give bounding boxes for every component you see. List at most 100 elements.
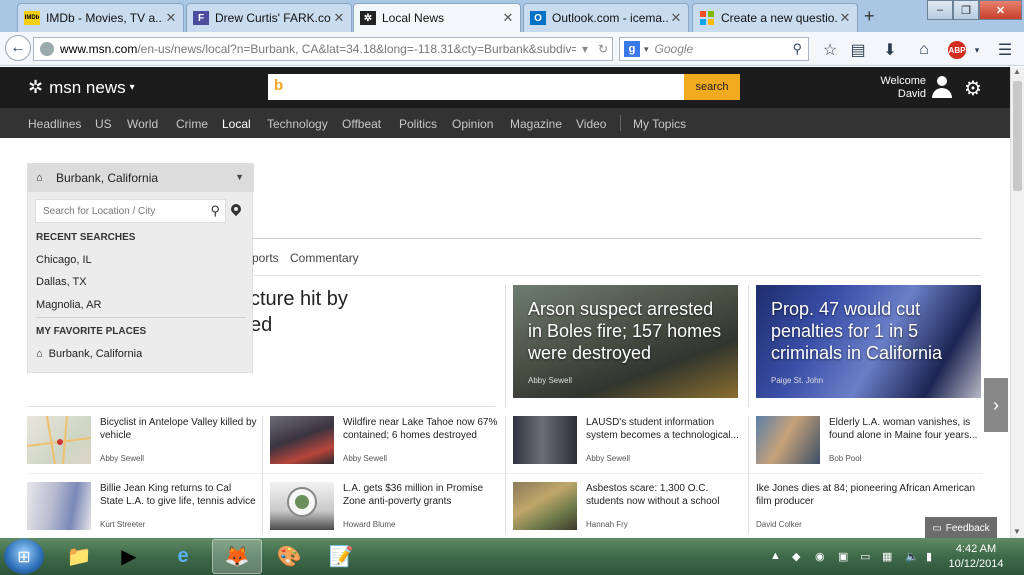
favorite-places-label: MY FAVORITE PLACES	[36, 326, 147, 337]
page-scrollbar[interactable]: ▲ ▼	[1010, 67, 1024, 538]
nav-item-crime[interactable]: Crime	[176, 117, 208, 131]
school-thumbnail	[513, 482, 577, 530]
menu-icon[interactable]: ☰	[995, 40, 1015, 60]
hero-title: Prop. 47 would cut penalties for 1 in 5 …	[771, 299, 943, 363]
recent-search-item[interactable]: Chicago, IL	[36, 254, 92, 266]
nav-item-magazine[interactable]: Magazine	[510, 117, 562, 131]
adblock-dropdown-icon[interactable]: ▾	[967, 40, 987, 60]
location-selector[interactable]: ⌂ Burbank, California ▼	[28, 164, 254, 192]
news-card[interactable]: Billie Jean King returns to Cal State L.…	[27, 482, 257, 538]
hero-story-arson[interactable]: Arson suspect arrested in Boles fire; 15…	[513, 285, 738, 398]
start-button[interactable]: ⊞	[4, 539, 44, 574]
volume-icon[interactable]: 🔈	[905, 550, 919, 563]
location-pin-icon[interactable]	[228, 201, 244, 218]
tray-app-icon[interactable]: ▦	[882, 550, 892, 563]
msn-search-input[interactable]: b	[268, 74, 684, 100]
nav-item-world[interactable]: World	[127, 117, 158, 131]
card-title: Bicyclist in Antelope Valley killed by v…	[100, 417, 257, 441]
favorite-place-item[interactable]: ⌂ Burbank, California	[36, 348, 142, 360]
news-card[interactable]: Asbestos scare: 1,300 O.C. students now …	[513, 482, 743, 538]
hero-story-prop47[interactable]: Prop. 47 would cut penalties for 1 in 5 …	[756, 285, 981, 398]
recent-search-item[interactable]: Dallas, TX	[36, 276, 87, 288]
close-tab-icon[interactable]: ✕	[331, 10, 347, 26]
browser-tab-fark[interactable]: F Drew Curtis' FARK.com ✕	[186, 3, 352, 32]
user-avatar-icon[interactable]	[931, 76, 953, 98]
subtab-commentary[interactable]: Commentary	[290, 251, 359, 265]
nav-item-opinion[interactable]: Opinion	[452, 117, 493, 131]
card-source: Howard Blume	[343, 520, 396, 529]
nav-item-local[interactable]: Local	[222, 117, 251, 131]
reload-icon[interactable]: ↻	[594, 42, 612, 56]
tray-monitor-icon[interactable]: ▭	[860, 550, 870, 563]
browser-tab-imdb[interactable]: IMDb IMDb - Movies, TV a... ✕	[17, 3, 184, 32]
msn-logo[interactable]: ✲ msn news ▾	[28, 77, 135, 98]
downloads-icon[interactable]: ⬇	[880, 40, 900, 60]
tray-expand-icon[interactable]: ▲	[770, 550, 781, 562]
search-engine-box[interactable]: g ▾ Google ⚲	[619, 37, 809, 61]
close-tab-icon[interactable]: ✕	[500, 10, 516, 26]
nav-item-us[interactable]: US	[95, 117, 112, 131]
maximize-button[interactable]: ❐	[953, 0, 979, 20]
internet-explorer-icon[interactable]: e	[158, 539, 208, 574]
news-card[interactable]: Wildfire near Lake Tahoe now 67% contain…	[270, 416, 500, 472]
recent-search-item[interactable]: Magnolia, AR	[36, 299, 101, 311]
new-tab-button[interactable]: +	[864, 6, 875, 27]
msn-search-button[interactable]: search	[684, 74, 740, 100]
browser-tab-create-question[interactable]: Create a new questio... ✕	[692, 3, 858, 32]
subtab-sports[interactable]: ports	[252, 251, 279, 265]
browser-tab-local-news[interactable]: ✲ Local News ✕	[353, 3, 521, 32]
news-card[interactable]: LAUSD's student information system becom…	[513, 416, 743, 472]
nav-item-my-topics[interactable]: My Topics	[633, 117, 686, 131]
minimize-button[interactable]: –	[927, 0, 953, 20]
notepad-icon[interactable]: 📝	[316, 539, 366, 574]
url-domain: www.msn.com	[60, 42, 138, 56]
search-icon[interactable]: ⚲	[210, 203, 220, 219]
browser-tab-outlook[interactable]: O Outlook.com - icema... ✕	[523, 3, 689, 32]
news-card[interactable]: L.A. gets $36 million in Promise Zone an…	[270, 482, 500, 538]
home-icon[interactable]: ⌂	[914, 40, 934, 60]
recent-searches-label: RECENT SEARCHES	[36, 232, 136, 243]
tray-app-icon[interactable]: ◆	[792, 550, 800, 563]
close-tab-icon[interactable]: ✕	[163, 10, 179, 26]
paint-icon[interactable]: 🎨	[264, 539, 314, 574]
network-icon[interactable]: ▮	[926, 550, 932, 563]
feedback-button[interactable]: ▭ Feedback	[925, 517, 997, 538]
window-close-button[interactable]: ✕	[979, 0, 1022, 20]
tab-label: Outlook.com - icema...	[552, 11, 668, 25]
scroll-down-icon[interactable]: ▼	[1013, 527, 1021, 536]
home-icon: ⌂	[36, 348, 43, 360]
carousel-next-button[interactable]: ›	[984, 378, 1008, 432]
news-card[interactable]: Elderly L.A. woman vanishes, is found al…	[756, 416, 986, 472]
file-explorer-icon[interactable]: 📁	[54, 539, 104, 574]
close-tab-icon[interactable]: ✕	[668, 10, 684, 26]
dropdown-icon[interactable]: ▾	[576, 42, 594, 56]
tray-app-icon[interactable]: ▣	[838, 550, 848, 563]
nav-item-video[interactable]: Video	[576, 117, 606, 131]
media-player-icon[interactable]: ▶	[104, 539, 154, 574]
url-bar[interactable]: www.msn.com/en-us/news/local?n=Burbank, …	[33, 37, 613, 61]
chevron-down-icon: ▼	[235, 172, 244, 182]
windows-logo-icon: ⊞	[17, 548, 31, 566]
main-headline[interactable]: cture hit by ed	[250, 286, 348, 338]
bookmark-star-icon[interactable]: ☆	[820, 40, 840, 60]
gear-icon[interactable]: ⚙	[964, 76, 982, 101]
back-button[interactable]: ←	[5, 35, 31, 61]
system-clock[interactable]: 4:42 AM 10/12/2014	[944, 542, 1008, 572]
engine-dropdown-icon[interactable]: ▾	[644, 44, 649, 55]
search-icon[interactable]: ⚲	[792, 41, 802, 57]
news-card[interactable]: Bicyclist in Antelope Valley killed by v…	[26, 415, 257, 472]
adblock-icon[interactable]: ABP	[948, 41, 966, 59]
nav-item-politics[interactable]: Politics	[399, 117, 437, 131]
nav-item-offbeat[interactable]: Offbeat	[342, 117, 381, 131]
location-search-input[interactable]: Search for Location / City ⚲	[35, 199, 226, 223]
scroll-up-icon[interactable]: ▲	[1013, 67, 1021, 76]
scroll-thumb[interactable]	[1013, 81, 1022, 191]
tray-app-icon[interactable]: ◉	[815, 550, 825, 563]
nav-item-headlines[interactable]: Headlines	[28, 117, 81, 131]
welcome-text[interactable]: Welcome David	[870, 75, 926, 101]
firefox-icon[interactable]: 🦊	[212, 539, 262, 574]
bookmarks-list-icon[interactable]: ▤	[848, 40, 868, 60]
card-title: Asbestos scare: 1,300 O.C. students now …	[586, 483, 720, 507]
nav-item-technology[interactable]: Technology	[267, 117, 328, 131]
close-tab-icon[interactable]: ✕	[837, 10, 853, 26]
